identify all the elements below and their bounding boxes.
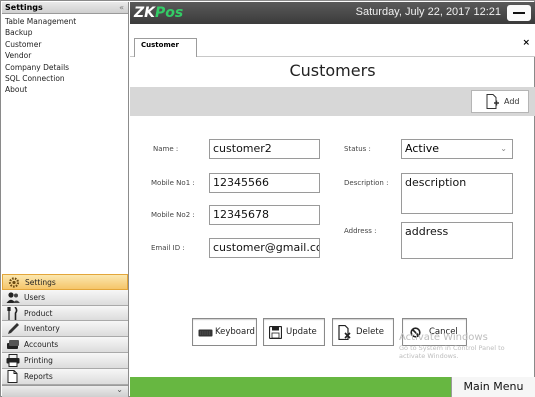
gear-icon: [8, 277, 20, 288]
users-icon: [6, 292, 20, 303]
mobile2-label: Mobile No2 :: [151, 211, 195, 219]
watermark-line2: activate Windows.: [399, 352, 459, 360]
nav-printing[interactable]: Printing: [2, 352, 128, 369]
sidebar-item-about[interactable]: About: [2, 84, 128, 95]
sidebar: Settings « Table Management Backup Custo…: [2, 2, 129, 397]
watermark-line1: Go to System in Control Panel to: [399, 344, 505, 352]
add-button-label: Add: [504, 97, 520, 106]
chevron-down-icon[interactable]: ⌄: [116, 385, 123, 394]
tab-strip: Customer ×: [130, 24, 535, 57]
email-field[interactable]: customer@gmail.co: [209, 238, 320, 258]
activate-windows-watermark: Activate Windows Go to System in Control…: [399, 332, 505, 360]
nav-users[interactable]: Users: [2, 289, 128, 306]
add-button[interactable]: Add: [471, 90, 529, 113]
name-label: Name :: [153, 145, 179, 153]
nav-label: Reports: [24, 371, 53, 381]
nav-label: Accounts: [24, 340, 59, 350]
address-field[interactable]: address: [401, 222, 513, 259]
nav-product[interactable]: Product: [2, 305, 128, 322]
sidebar-title: Settings: [5, 3, 43, 12]
page-title: Customers: [289, 61, 376, 80]
nav-label: Users: [24, 292, 46, 302]
delete-button-label: Delete: [356, 327, 384, 337]
update-button-label: Update: [286, 327, 317, 337]
nav-label: Inventory: [24, 324, 60, 334]
toolbar: Add: [130, 87, 535, 116]
report-icon: [7, 369, 18, 383]
sidebar-item-vendor[interactable]: Vendor: [2, 50, 128, 61]
save-icon: [269, 326, 282, 339]
datetime-display: Saturday, July 22, 2017 12:21: [355, 6, 501, 18]
add-document-icon: [486, 94, 499, 109]
app-logo: ZKPos: [134, 4, 183, 22]
nav-label: Settings: [25, 278, 56, 287]
printer-icon: [6, 353, 20, 367]
bottom-bar: Main Menu: [130, 377, 535, 397]
sidebar-item-company-details[interactable]: Company Details: [2, 62, 128, 73]
update-button[interactable]: Update: [263, 318, 325, 346]
collapse-icon[interactable]: «: [119, 2, 124, 14]
mobile1-label: Mobile No1 :: [151, 179, 195, 187]
logo-pos: Pos: [155, 5, 184, 21]
nav-inventory[interactable]: Inventory: [2, 321, 128, 338]
close-icon[interactable]: ×: [522, 38, 530, 48]
sidebar-item-table-management[interactable]: Table Management: [2, 16, 128, 27]
main-nav: Settings Users Product Inventory Account…: [2, 274, 128, 385]
nav-reports[interactable]: Reports: [2, 368, 128, 385]
nav-accounts[interactable]: Accounts: [2, 337, 128, 353]
logo-zk: ZK: [134, 5, 155, 21]
sidebar-header: Settings «: [2, 2, 128, 14]
nav-label: Printing: [24, 355, 53, 365]
status-label: Status :: [344, 145, 371, 153]
delete-document-icon: [338, 325, 351, 340]
keyboard-button[interactable]: Keyboard: [192, 318, 257, 346]
chevron-down-icon: ⌄: [500, 144, 507, 153]
email-label: Email ID :: [151, 244, 185, 252]
nav-label: Product: [24, 308, 53, 318]
watermark-title: Activate Windows: [399, 332, 488, 343]
sidebar-item-customer[interactable]: Customer: [2, 39, 128, 50]
delete-button[interactable]: Delete: [332, 318, 394, 346]
status-value: Active: [405, 142, 440, 155]
mobile2-field[interactable]: 12345678: [209, 205, 320, 225]
sidebar-item-backup[interactable]: Backup: [2, 27, 128, 38]
tab-customer[interactable]: Customer: [134, 38, 197, 57]
address-label: Address :: [344, 227, 377, 235]
keyboard-button-label: Keyboard: [215, 327, 255, 337]
app-window: Settings « Table Management Backup Custo…: [0, 0, 535, 397]
description-label: Description :: [344, 179, 389, 187]
minimize-button[interactable]: [507, 5, 531, 21]
settings-menu: Table Management Backup Customer Vendor …: [2, 14, 128, 96]
description-field[interactable]: description: [401, 173, 513, 214]
keyboard-icon: [198, 329, 213, 337]
cutlery-icon: [7, 306, 18, 320]
nav-settings[interactable]: Settings: [2, 274, 128, 290]
title-bar: ZKPos Saturday, July 22, 2017 12:21: [130, 2, 535, 24]
sidebar-item-sql-connection[interactable]: SQL Connection: [2, 73, 128, 84]
pencil-icon: [8, 323, 19, 335]
status-select[interactable]: Active ⌄: [401, 139, 513, 159]
money-icon: [7, 340, 19, 350]
mobile1-field[interactable]: 12345566: [209, 173, 320, 193]
name-field[interactable]: customer2: [209, 139, 320, 159]
sidebar-footer[interactable]: ⌄: [2, 385, 128, 397]
main-menu-button[interactable]: Main Menu: [451, 377, 535, 397]
